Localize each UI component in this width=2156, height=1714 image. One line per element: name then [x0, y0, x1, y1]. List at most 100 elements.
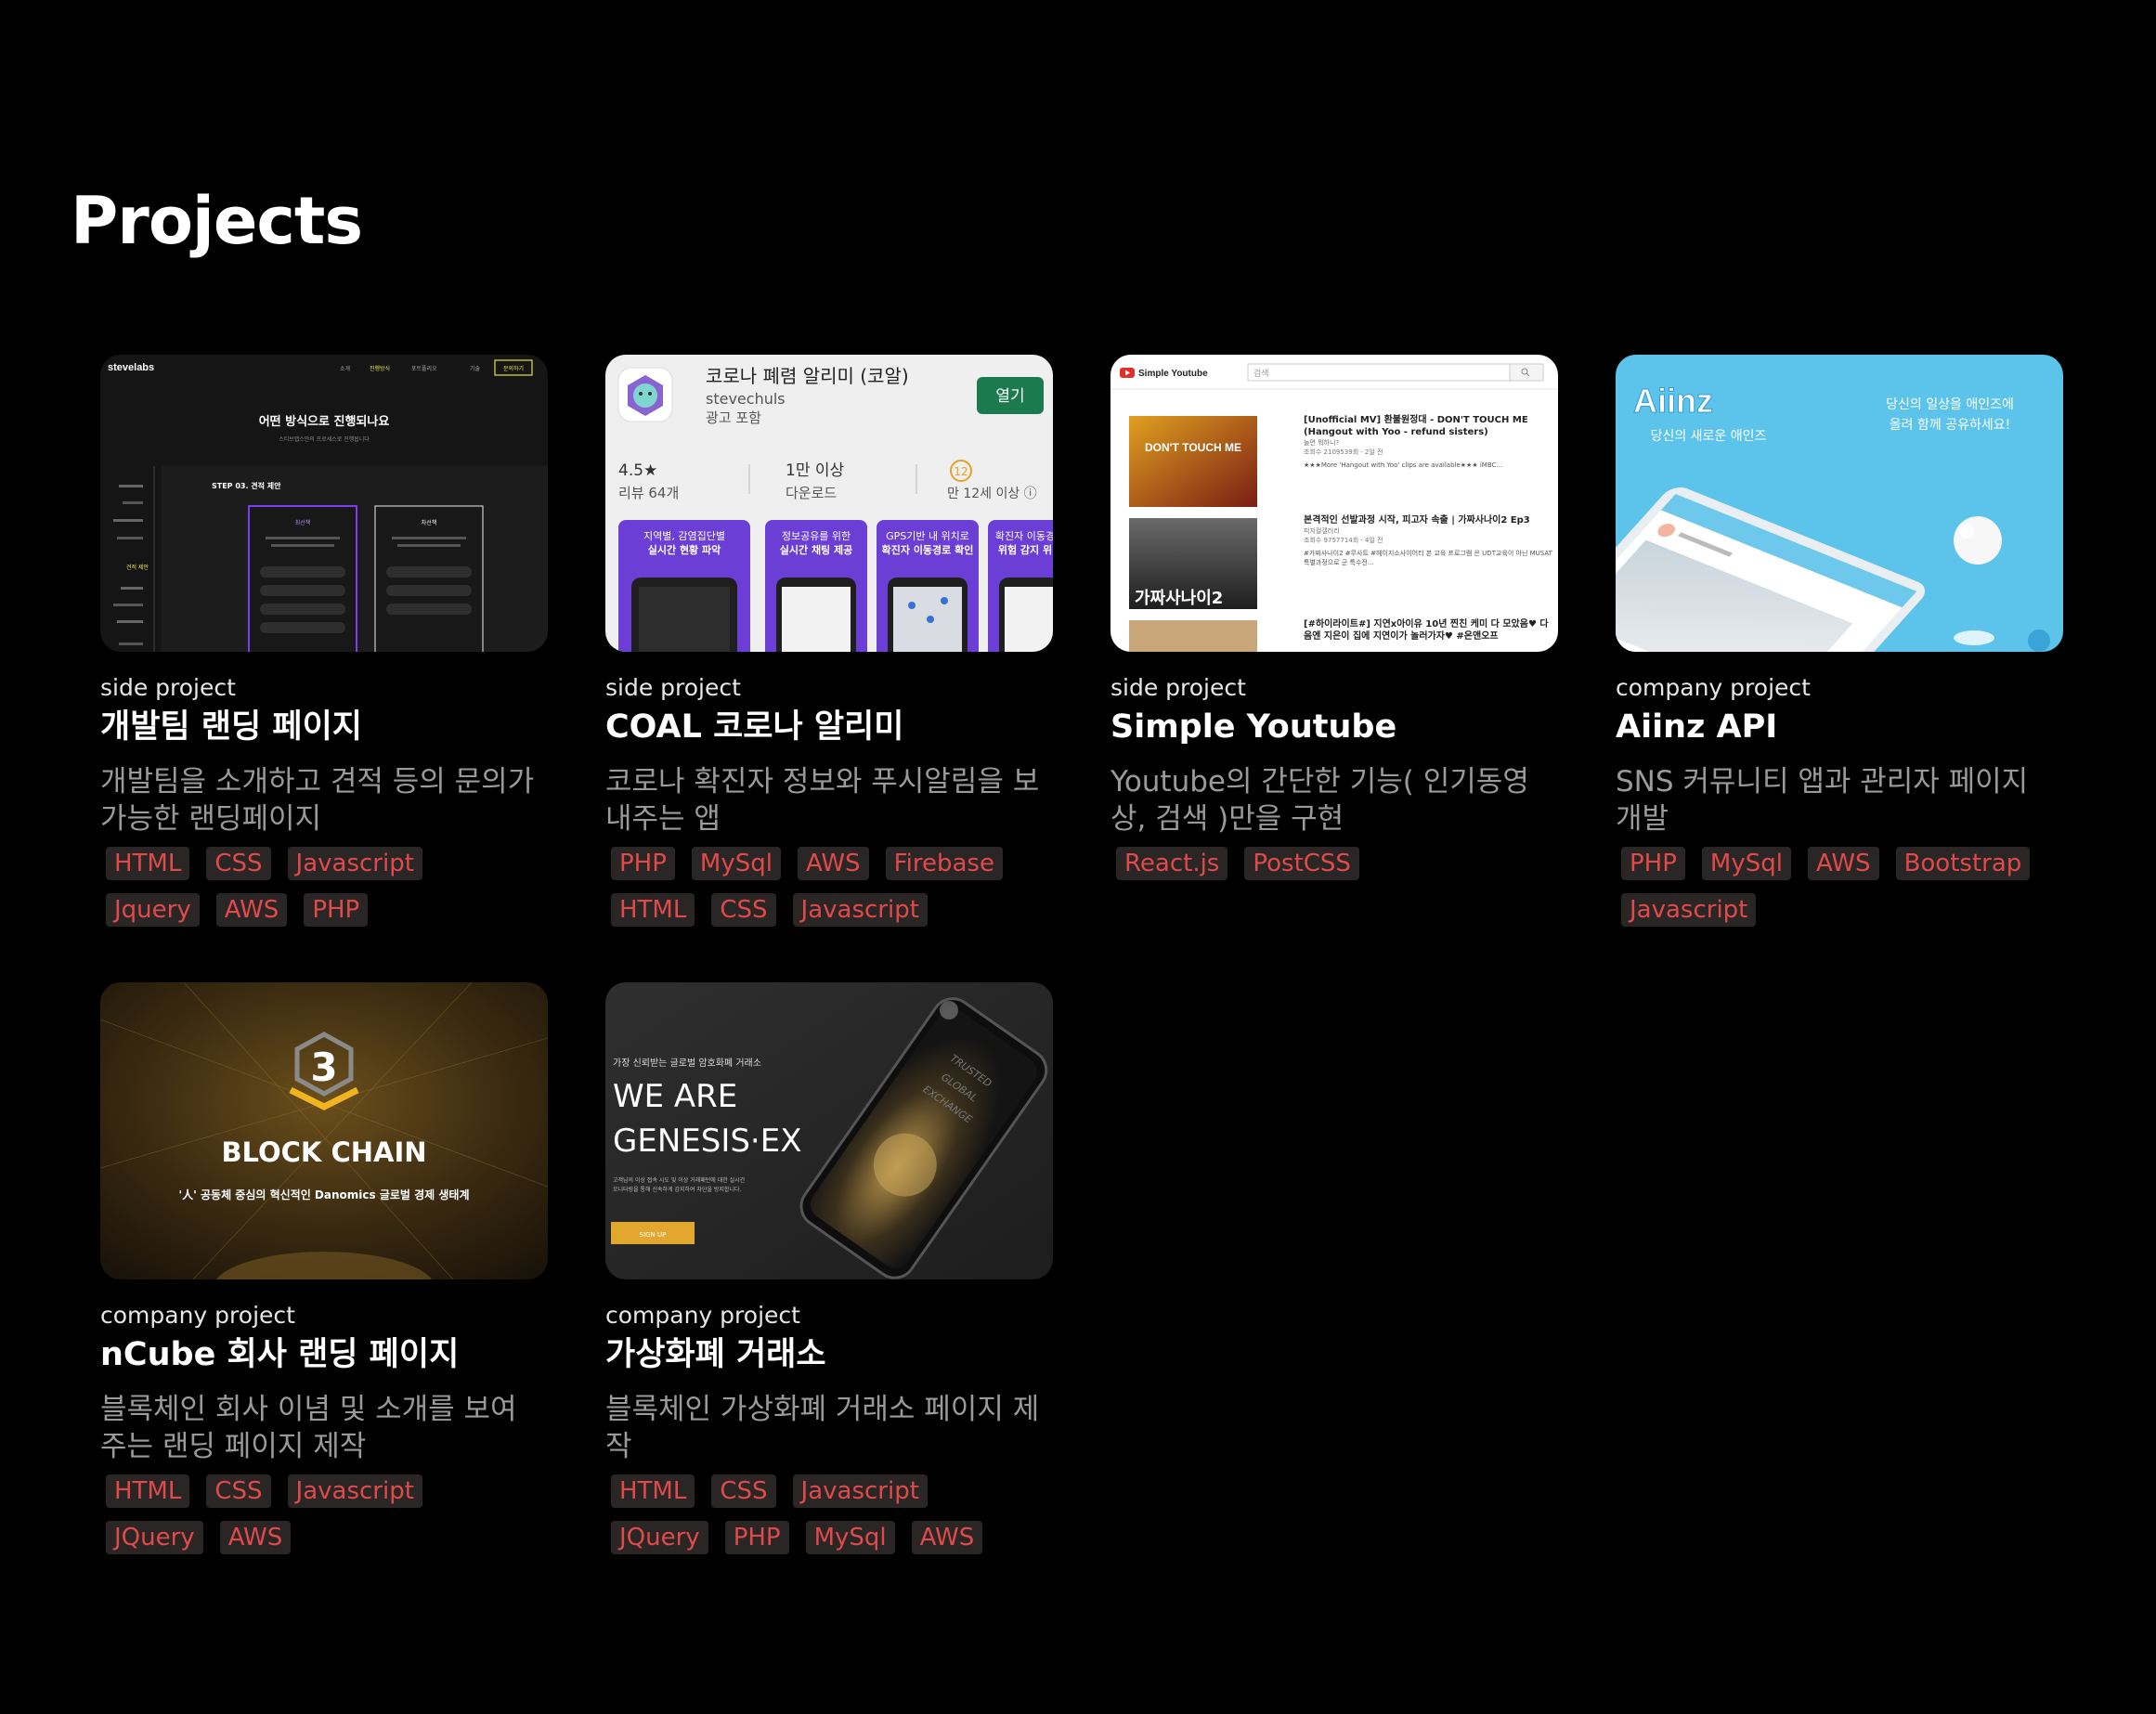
thumb-cta: SIGN UP — [640, 1231, 667, 1239]
thumb-reviews: 리뷰 64개 — [618, 485, 679, 501]
thumb-tagline: 당신의 새로운 애인즈 — [1651, 429, 1767, 444]
tag-list: HTML CSS Javascript Jquery AWS PHP — [100, 847, 537, 940]
project-thumbnail[interactable]: stevelabs 소개 진행방식 포트폴리오 기술 문의하기 어떤 방식으로 … — [100, 355, 548, 652]
project-title[interactable]: Aiinz API — [1616, 708, 2063, 747]
project-category: company project — [100, 1302, 295, 1329]
project-category: company project — [605, 1302, 800, 1329]
tag: AWS — [215, 893, 288, 927]
thumb-rating: 4.5★ — [618, 461, 657, 480]
thumb-option-b: 차선책 — [422, 519, 437, 526]
thumb-ads: 광고 포함 — [706, 409, 761, 426]
thumb-cta: 문의하기 — [503, 365, 524, 372]
tag-list: PHP MySql AWS Firebase HTML CSS Javascri… — [605, 847, 1042, 940]
thumb-logo: Simple Youtube — [1138, 369, 1208, 379]
project-description: 블록체인 가상화폐 거래소 페이지 제작 — [605, 1393, 1040, 1463]
tag: AWS — [1807, 847, 1879, 880]
thumb-headline: WE ARE — [613, 1078, 737, 1115]
project-category: side project — [100, 674, 236, 701]
project-description: Youtube의 간단한 기능( 인기동영상, 검색 )만을 구현 — [1110, 765, 1529, 836]
tag: Javascript — [287, 847, 422, 880]
project-category: side project — [1110, 674, 1246, 701]
project-category: company project — [1616, 674, 1811, 701]
video-desc: ★★★More 'Hangout with Yoo' clips are ava… — [1304, 461, 1503, 469]
thumb-brand: stevelabs — [108, 362, 154, 373]
tag: Javascript — [792, 1474, 928, 1508]
thumb-shot-caption: GPS기반 내 위치로 — [886, 530, 969, 542]
thumb-shot-caption: 정보공유를 위한 — [782, 530, 851, 542]
project-thumbnail[interactable]: Simple Youtube 검색 DON'T TOUCH ME [Unoffi… — [1110, 355, 1558, 652]
video-meta: 조회수 9757714회 · 4일 전 — [1304, 537, 1383, 544]
video-meta: 조회수 2109539회 · 2일 전 — [1304, 448, 1383, 456]
project-title[interactable]: nCube 회사 랜딩 페이지 — [100, 1335, 548, 1374]
thumb-subheading: 스티브랩스만의 프로세스로 진행됩니다 — [279, 435, 370, 443]
tag: CSS — [711, 1474, 776, 1508]
project-card-crypto-exchange[interactable]: 가장 신뢰받는 글로벌 암호화폐 거래소 WE ARE GENESIS·EX 고… — [605, 982, 1053, 1567]
thumb-sidebar-active: 견적 제안 — [126, 564, 149, 571]
thumb-install-button: 열기 — [995, 387, 1024, 406]
tag: Bootstrap — [1895, 847, 2031, 880]
project-card-dev-landing[interactable]: stevelabs 소개 진행방식 포트폴리오 기술 문의하기 어떤 방식으로 … — [100, 355, 548, 940]
project-title[interactable]: 가상화폐 거래소 — [605, 1335, 1053, 1374]
thumb-option-a: 최선책 — [295, 519, 311, 526]
thumb-heading: 어떤 방식으로 진행되나요 — [259, 414, 390, 429]
thumb-promo-line: 당신의 일상을 애인즈에 — [1886, 397, 2014, 412]
thumb-shot-caption: 확진자 이동경로 확인 — [882, 543, 974, 556]
tag: PHP — [611, 847, 675, 880]
tag-list: React.js PostCSS — [1110, 847, 1547, 893]
tag: Javascript — [1621, 893, 1757, 927]
video-desc: #가짜사나이2 #무사트 #헤이지소사이어티 본 교육 프로그램 은 UDT교육… — [1304, 550, 1552, 566]
thumb-shot-caption: 확진자 이동경 — [995, 530, 1053, 542]
tag: HTML — [106, 847, 190, 880]
tag: PHP — [724, 1521, 789, 1554]
project-description: 코로나 확진자 정보와 푸시알림을 보내주는 앱 — [605, 765, 1040, 836]
thumb-shot-caption: 실시간 현황 파악 — [648, 543, 721, 556]
project-description: 개발팀을 소개하고 견적 등의 문의가 가능한 랜딩페이지 — [100, 765, 535, 836]
video-title: [#하이라이트#] 지연x아이유 10년 찐친 케미 다 모았음♥ 다음엔 지은… — [1304, 619, 1549, 642]
tag: React.js — [1116, 847, 1228, 880]
project-thumbnail[interactable]: Aiinz 당신의 새로운 애인즈 당신의 일상을 애인즈에 올려 함께 공유하… — [1616, 355, 2063, 652]
thumb-badge: 3 — [310, 1045, 337, 1090]
tag: MySql — [1701, 847, 1791, 880]
tag-list: HTML CSS Javascript JQuery AWS — [100, 1474, 537, 1567]
thumb-video-overlay: 가짜사나이2 — [1135, 589, 1223, 608]
thumb-kicker: 가장 신뢰받는 글로벌 암호화폐 거래소 — [613, 1058, 761, 1069]
tag: Firebase — [885, 847, 1003, 880]
tag: JQuery — [611, 1521, 708, 1554]
thumb-shot-caption: 실시간 채팅 제공 — [780, 543, 853, 556]
thumb-shot-caption: 위험 감지 위 — [998, 543, 1052, 556]
project-title[interactable]: COAL 코로나 알리미 — [605, 708, 1053, 747]
project-card-aiinz[interactable]: Aiinz 당신의 새로운 애인즈 당신의 일상을 애인즈에 올려 함께 공유하… — [1616, 355, 2063, 940]
thumb-step: STEP 03. 견적 제안 — [212, 481, 281, 490]
video-title: 본격적인 선발과정 시작, 피고자 속출 | 가짜사나이2 Ep3 — [1304, 515, 1530, 526]
tag: HTML — [611, 893, 695, 927]
project-card-coal[interactable]: 코로나 폐렴 알리미 (코알) stevechuls 광고 포함 열기 4.5★… — [605, 355, 1053, 940]
thumb-body: 고객님의 이상 접속 시도 및 이상 거래패턴에 대한 실시간 — [613, 1176, 746, 1184]
thumb-shot-caption: 지역별, 감염집단별 — [643, 530, 725, 542]
page-title: Projects — [71, 183, 363, 259]
video-channel: 놀면 뭐하니? — [1304, 439, 1340, 447]
video-channel: 피지컬갤러리 — [1304, 527, 1340, 535]
tag: AWS — [911, 1521, 983, 1554]
thumb-downloads-label: 다운로드 — [786, 485, 837, 501]
thumb-video-overlay: DON'T TOUCH ME — [1145, 441, 1241, 454]
tag: Javascript — [287, 1474, 422, 1508]
tag: HTML — [611, 1474, 695, 1508]
project-description: 블록체인 회사 이념 및 소개를 보여주는 랜딩 페이지 제작 — [100, 1393, 517, 1463]
tag: PHP — [1621, 847, 1685, 880]
tag: PostCSS — [1244, 847, 1359, 880]
project-title[interactable]: 개발팀 랜딩 페이지 — [100, 708, 548, 747]
project-thumbnail[interactable]: 코로나 폐렴 알리미 (코알) stevechuls 광고 포함 열기 4.5★… — [605, 355, 1053, 652]
thumb-nav-item: 소개 — [340, 365, 350, 372]
project-card-ncube[interactable]: 3 BLOCK CHAIN '人' 공동체 중심의 혁신적인 Danomics … — [100, 982, 548, 1567]
project-title[interactable]: Simple Youtube — [1110, 708, 1558, 747]
tag: MySql — [805, 1521, 895, 1554]
thumb-age-badge: 12 — [954, 465, 968, 478]
project-description: SNS 커뮤니티 앱과 관리자 페이지 개발 — [1616, 765, 2029, 836]
tag: AWS — [797, 847, 869, 880]
project-thumbnail[interactable]: 가장 신뢰받는 글로벌 암호화폐 거래소 WE ARE GENESIS·EX 고… — [605, 982, 1053, 1279]
project-card-simple-youtube[interactable]: Simple Youtube 검색 DON'T TOUCH ME [Unoffi… — [1110, 355, 1558, 893]
tag-list: HTML CSS Javascript JQuery PHP MySql AWS — [605, 1474, 1042, 1567]
thumb-nav-item: 포트폴리오 — [411, 365, 437, 372]
project-thumbnail[interactable]: 3 BLOCK CHAIN '人' 공동체 중심의 혁신적인 Danomics … — [100, 982, 548, 1279]
thumb-subline: '人' 공동체 중심의 혁신적인 Danomics 글로벌 경제 생태계 — [178, 1188, 469, 1201]
